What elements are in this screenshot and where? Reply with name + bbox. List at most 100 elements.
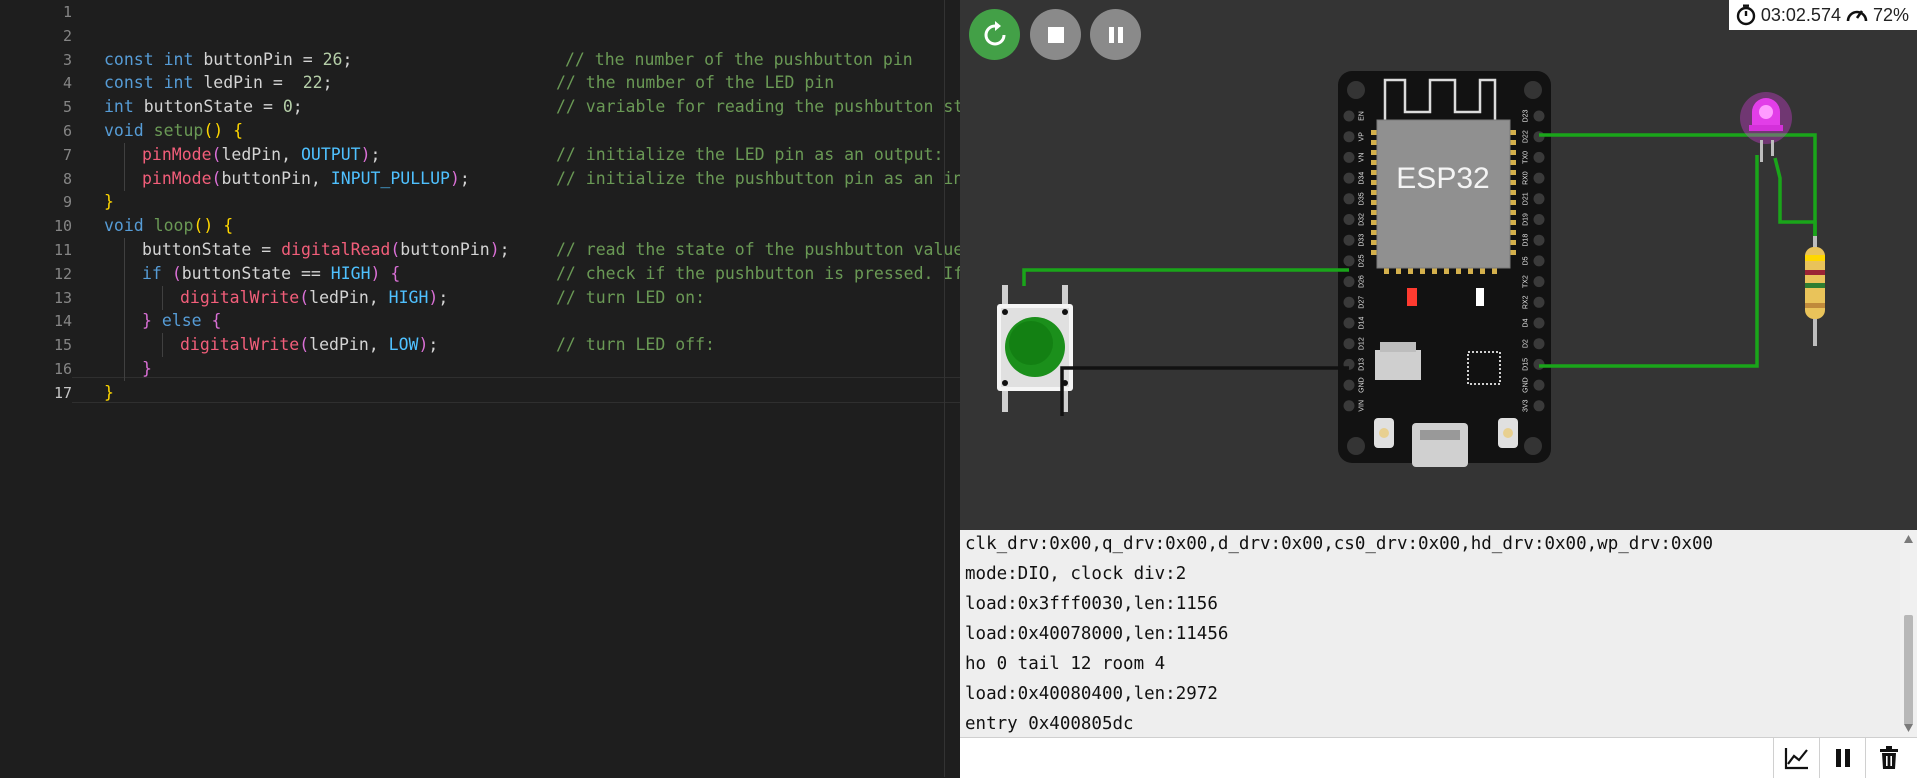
- board-label: ESP32: [1396, 162, 1489, 195]
- pin-hole[interactable]: [1343, 172, 1355, 184]
- pin-hole[interactable]: [1343, 400, 1355, 412]
- code-token: HIGH: [330, 263, 371, 283]
- pin-hole[interactable]: [1533, 296, 1545, 308]
- pin-hole[interactable]: [1343, 317, 1355, 329]
- chart-icon: [1784, 748, 1808, 770]
- code-line[interactable]: 16}: [0, 357, 960, 381]
- pin-hole[interactable]: [1533, 151, 1545, 163]
- code-line[interactable]: 14} else {: [0, 309, 960, 334]
- code-token: }: [142, 359, 152, 378]
- code-token: setup: [153, 121, 204, 140]
- indent-guide: [124, 238, 125, 262]
- pin-hole[interactable]: [1343, 276, 1355, 288]
- code-token: ;: [438, 287, 449, 307]
- code-token: {: [211, 311, 222, 331]
- serial-input-bar: [960, 737, 1917, 778]
- led-magenta[interactable]: [1740, 92, 1792, 162]
- pin-label: D15: [1523, 358, 1530, 371]
- pin-hole[interactable]: [1533, 110, 1545, 122]
- pin-hole[interactable]: [1533, 214, 1545, 225]
- code-line[interactable]: 17}: [0, 381, 960, 405]
- line-number: 12: [53, 264, 72, 283]
- pin-hole[interactable]: [1533, 255, 1545, 267]
- pin-hole[interactable]: [1343, 151, 1355, 163]
- serial-scrollbar[interactable]: [1900, 530, 1917, 737]
- pin-hole[interactable]: [1533, 172, 1545, 184]
- code-line[interactable]: 1: [0, 0, 960, 24]
- code-line[interactable]: 15 digitalWrite(ledPin, LOW); // turn LED …: [0, 333, 960, 358]
- code-line[interactable]: 2: [0, 24, 960, 48]
- code-line[interactable]: 6 void setup() {: [0, 119, 960, 143]
- code-line[interactable]: 12 if (buttonState == HIGH) {// check if …: [0, 261, 960, 286]
- simulator-canvas[interactable]: 03:02.574 72% ESP32 EN VP VN D34 D35 D32 D33 D2…: [960, 0, 1917, 530]
- code-token: digitalRead: [281, 240, 391, 259]
- scroll-up-icon[interactable]: [1904, 535, 1913, 543]
- code-line[interactable]: 7 pinMode(ledPin, OUTPUT); // initialize t…: [0, 142, 960, 167]
- serial-monitor[interactable]: clk_drv:0x00,q_drv:0x00,d_drv:0x00,cs0_d…: [960, 530, 1917, 737]
- pin-hole[interactable]: [1343, 338, 1355, 350]
- pin-hole[interactable]: [1343, 296, 1355, 308]
- code-token: buttonState ==: [181, 263, 331, 283]
- code-line[interactable]: 10 void loop() {: [0, 214, 960, 238]
- code-line[interactable]: 4 const int ledPin = 22; // the number of …: [0, 71, 960, 95]
- serial-pause-button[interactable]: [1819, 738, 1866, 778]
- code-token: ) {: [370, 263, 401, 283]
- line-number: 5: [62, 98, 72, 117]
- code-token: (: [390, 240, 401, 259]
- esp32-board[interactable]: ESP32 EN VP VN D34 D35 D32 D33 D25 D26 D27 D14 D12 D…: [1338, 71, 1551, 467]
- pin-hole[interactable]: [1343, 234, 1355, 246]
- code-line[interactable]: 9}: [0, 190, 960, 214]
- pin-label: D27: [1359, 296, 1366, 309]
- serial-input[interactable]: [962, 740, 1776, 776]
- code-token: (: [211, 168, 222, 188]
- pin-hole[interactable]: [1343, 110, 1355, 122]
- pin-hole[interactable]: [1533, 400, 1545, 412]
- code-token: void: [104, 216, 154, 236]
- pin-label: D21: [1523, 192, 1530, 205]
- pin-label: TX0: [1523, 151, 1530, 164]
- line-number: 11: [53, 241, 72, 259]
- pin-label: D5: [1523, 256, 1530, 265]
- code-token: pinMode: [142, 168, 212, 188]
- line-number: 7: [62, 145, 72, 164]
- code-line[interactable]: 13 digitalWrite(ledPin, HIGH); // turn LED…: [0, 285, 960, 310]
- resistor[interactable]: [1805, 236, 1825, 346]
- wire-button-to-gnd[interactable]: [1060, 366, 1349, 416]
- pin-hole[interactable]: [1533, 276, 1545, 288]
- pin-hole[interactable]: [1343, 193, 1355, 205]
- pin-hole[interactable]: [1533, 379, 1545, 391]
- scroll-thumb[interactable]: [1904, 615, 1913, 725]
- voltage-regulator-icon: [1375, 350, 1421, 380]
- plotter-button[interactable]: [1773, 738, 1820, 778]
- wire-button-to-d26[interactable]: [1022, 268, 1349, 286]
- pin-hole[interactable]: [1533, 193, 1545, 205]
- circuit-diagram: ESP32 EN VP VN D34 D35 D32 D33 D25 D26 D27 D14 D12 D…: [997, 71, 1825, 467]
- code-text: const int ledPin = 22;: [104, 71, 333, 95]
- usb-chip-icon: [1467, 351, 1501, 385]
- pin-label: D18: [1523, 234, 1530, 247]
- code-comment: // turn LED on:: [556, 287, 706, 307]
- clear-serial-button[interactable]: [1865, 738, 1912, 778]
- pin-hole[interactable]: [1533, 338, 1545, 350]
- pin-hole[interactable]: [1343, 255, 1355, 267]
- code-line[interactable]: 3 const int buttonPin = 26; // the number …: [0, 48, 960, 72]
- serial-line: mode:DIO, clock div:2: [965, 564, 1187, 584]
- code-token: (: [211, 144, 222, 164]
- code-line[interactable]: 11 buttonState = digitalRead(buttonPin); /…: [0, 238, 960, 262]
- pin-hole[interactable]: [1533, 234, 1545, 246]
- serial-line: load:0x40080400,len:2972: [965, 684, 1218, 704]
- code-token: INPUT_PULLUP: [330, 168, 450, 188]
- code-line[interactable]: 5 int buttonState = 0; // variable for rea…: [0, 95, 960, 119]
- wire-gnd-to-resistor[interactable]: [1539, 155, 1759, 368]
- pin-hole[interactable]: [1343, 379, 1355, 391]
- code-text: }: [104, 190, 114, 214]
- code-token: ledPin,: [309, 287, 389, 307]
- code-token: ): [428, 287, 439, 307]
- pin-hole[interactable]: [1343, 131, 1355, 143]
- scroll-down-icon[interactable]: [1904, 724, 1913, 732]
- pin-hole[interactable]: [1343, 214, 1355, 225]
- pin-hole[interactable]: [1533, 317, 1545, 329]
- line-number: 3: [62, 50, 72, 69]
- code-line[interactable]: 8 pinMode(buttonPin, INPUT_PULLUP); // ini…: [0, 166, 960, 191]
- code-editor[interactable]: 1 2 3 const int buttonPin = 26;// the numbe…: [0, 0, 960, 777]
